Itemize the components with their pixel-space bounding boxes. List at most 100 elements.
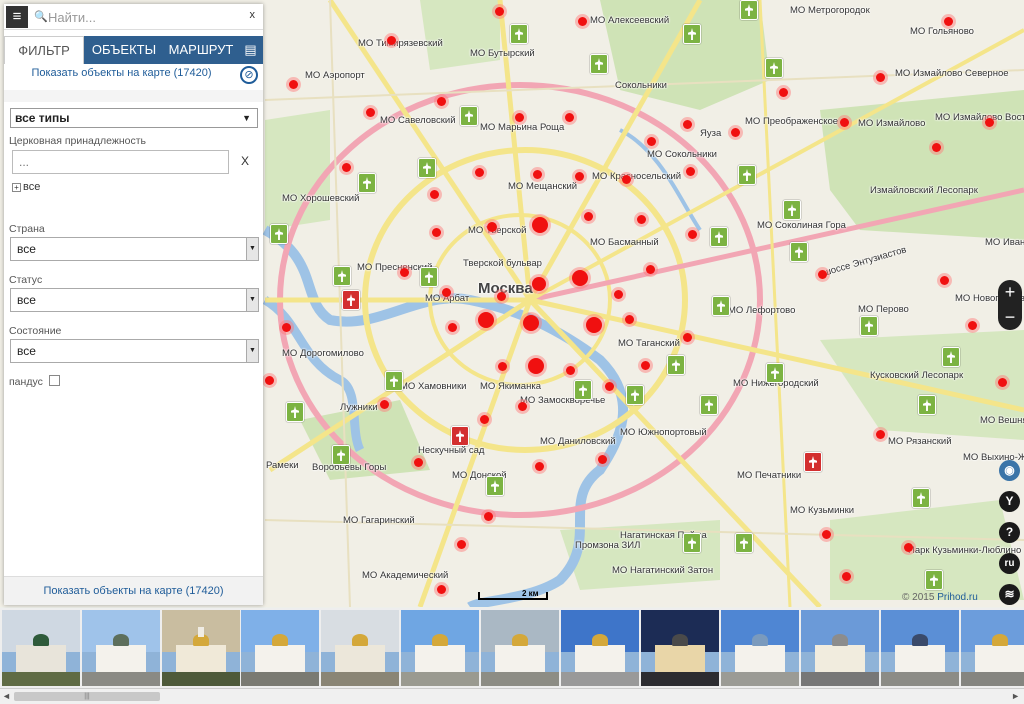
map-marker[interactable]	[432, 228, 441, 237]
map-marker[interactable]	[842, 572, 851, 581]
map-marker[interactable]	[478, 312, 494, 328]
map-marker[interactable]	[533, 170, 542, 179]
expand-icon[interactable]: +	[12, 182, 21, 192]
photo-thumbnail[interactable]	[961, 610, 1024, 686]
map-marker[interactable]	[944, 17, 953, 26]
search-clear-button[interactable]: x	[250, 9, 256, 21]
map-marker[interactable]	[688, 230, 697, 239]
map-marker[interactable]	[683, 333, 692, 342]
church-icon[interactable]	[804, 452, 822, 472]
church-icon[interactable]	[683, 533, 701, 553]
map-marker[interactable]	[622, 175, 631, 184]
map-marker[interactable]	[575, 172, 584, 181]
map-marker[interactable]	[578, 17, 587, 26]
photo-thumbnail[interactable]	[801, 610, 879, 686]
church-icon[interactable]	[420, 267, 438, 287]
map-marker[interactable]	[731, 128, 740, 137]
scrollbar-thumb[interactable]: |||	[14, 692, 160, 701]
map-marker[interactable]	[487, 222, 497, 232]
tab-route[interactable]: МАРШРУТ	[164, 36, 238, 64]
map-marker[interactable]	[572, 270, 588, 286]
church-icon[interactable]	[286, 402, 304, 422]
map-marker[interactable]	[265, 376, 274, 385]
photo-thumbnail[interactable]	[401, 610, 479, 686]
church-affiliation-input[interactable]: ...	[12, 150, 229, 174]
layers-icon[interactable]: ≋	[999, 584, 1020, 605]
church-icon[interactable]	[451, 426, 469, 446]
map-marker[interactable]	[437, 585, 446, 594]
photo-thumbnail[interactable]	[881, 610, 959, 686]
map-marker[interactable]	[387, 36, 396, 45]
church-clear-button[interactable]: X	[241, 154, 249, 168]
map-marker[interactable]	[586, 317, 602, 333]
map-marker[interactable]	[840, 118, 849, 127]
church-icon[interactable]	[912, 488, 930, 508]
scroll-left-icon[interactable]: ◄	[2, 691, 11, 701]
map-marker[interactable]	[637, 215, 646, 224]
map-marker[interactable]	[940, 276, 949, 285]
map-marker[interactable]	[282, 323, 291, 332]
route-icon[interactable]: Y	[999, 491, 1020, 512]
map-marker[interactable]	[584, 212, 593, 221]
chevron-down-icon[interactable]: ▼	[246, 340, 258, 362]
photo-thumbnail[interactable]	[721, 610, 799, 686]
map-marker[interactable]	[876, 73, 885, 82]
map-marker[interactable]	[646, 265, 655, 274]
map-marker[interactable]	[822, 530, 831, 539]
church-icon[interactable]	[740, 0, 758, 20]
map-marker[interactable]	[641, 361, 650, 370]
map-marker[interactable]	[414, 458, 423, 467]
map-marker[interactable]	[480, 415, 489, 424]
map-marker[interactable]	[457, 540, 466, 549]
status-select[interactable]: все ▼	[10, 288, 259, 312]
map-marker[interactable]	[484, 512, 493, 521]
ramp-checkbox[interactable]	[49, 375, 60, 386]
map-marker[interactable]	[686, 167, 695, 176]
map-marker[interactable]	[366, 108, 375, 117]
map-marker[interactable]	[904, 543, 913, 552]
church-icon[interactable]	[418, 158, 436, 178]
church-icon[interactable]	[333, 266, 351, 286]
photo-thumbnail[interactable]	[82, 610, 160, 686]
map-marker[interactable]	[998, 378, 1007, 387]
photo-thumbnail[interactable]	[321, 610, 399, 686]
language-button[interactable]: ru	[999, 553, 1020, 574]
map-marker[interactable]	[532, 277, 546, 291]
church-icon[interactable]	[358, 173, 376, 193]
church-icon[interactable]	[683, 24, 701, 44]
photo-thumbnail[interactable]	[2, 610, 80, 686]
map-marker[interactable]	[968, 321, 977, 330]
church-icon[interactable]	[790, 242, 808, 262]
church-icon[interactable]	[712, 296, 730, 316]
map-marker[interactable]	[605, 382, 614, 391]
map-marker[interactable]	[523, 315, 539, 331]
camera-icon[interactable]: ◉	[999, 460, 1020, 481]
map-marker[interactable]	[647, 137, 656, 146]
church-icon[interactable]	[860, 316, 878, 336]
tab-objects[interactable]: ОБЪЕКТЫ	[84, 36, 164, 64]
zoom-in-button[interactable]: +	[998, 280, 1022, 305]
map-marker[interactable]	[448, 323, 457, 332]
map-marker[interactable]	[932, 143, 941, 152]
book-icon[interactable]: ▤	[238, 36, 263, 64]
church-icon[interactable]	[486, 476, 504, 496]
map-marker[interactable]	[985, 118, 994, 127]
church-icon[interactable]	[270, 224, 288, 244]
help-icon[interactable]: ?	[999, 522, 1020, 543]
photo-thumbnail[interactable]	[162, 610, 240, 686]
copyright-link[interactable]: Prihod.ru	[937, 592, 978, 603]
map-marker[interactable]	[779, 88, 788, 97]
map-marker[interactable]	[430, 190, 439, 199]
photo-thumbnail[interactable]	[641, 610, 719, 686]
church-icon[interactable]	[510, 24, 528, 44]
map-marker[interactable]	[380, 400, 389, 409]
photo-thumbnail[interactable]	[561, 610, 639, 686]
map-marker[interactable]	[342, 163, 351, 172]
map-marker[interactable]	[566, 366, 575, 375]
church-icon[interactable]	[783, 200, 801, 220]
map-marker[interactable]	[497, 292, 506, 301]
search-input[interactable]	[48, 7, 238, 27]
map-marker[interactable]	[532, 217, 548, 233]
horizontal-scrollbar[interactable]: ◄ ||| ►	[0, 688, 1024, 704]
map-marker[interactable]	[818, 270, 827, 279]
